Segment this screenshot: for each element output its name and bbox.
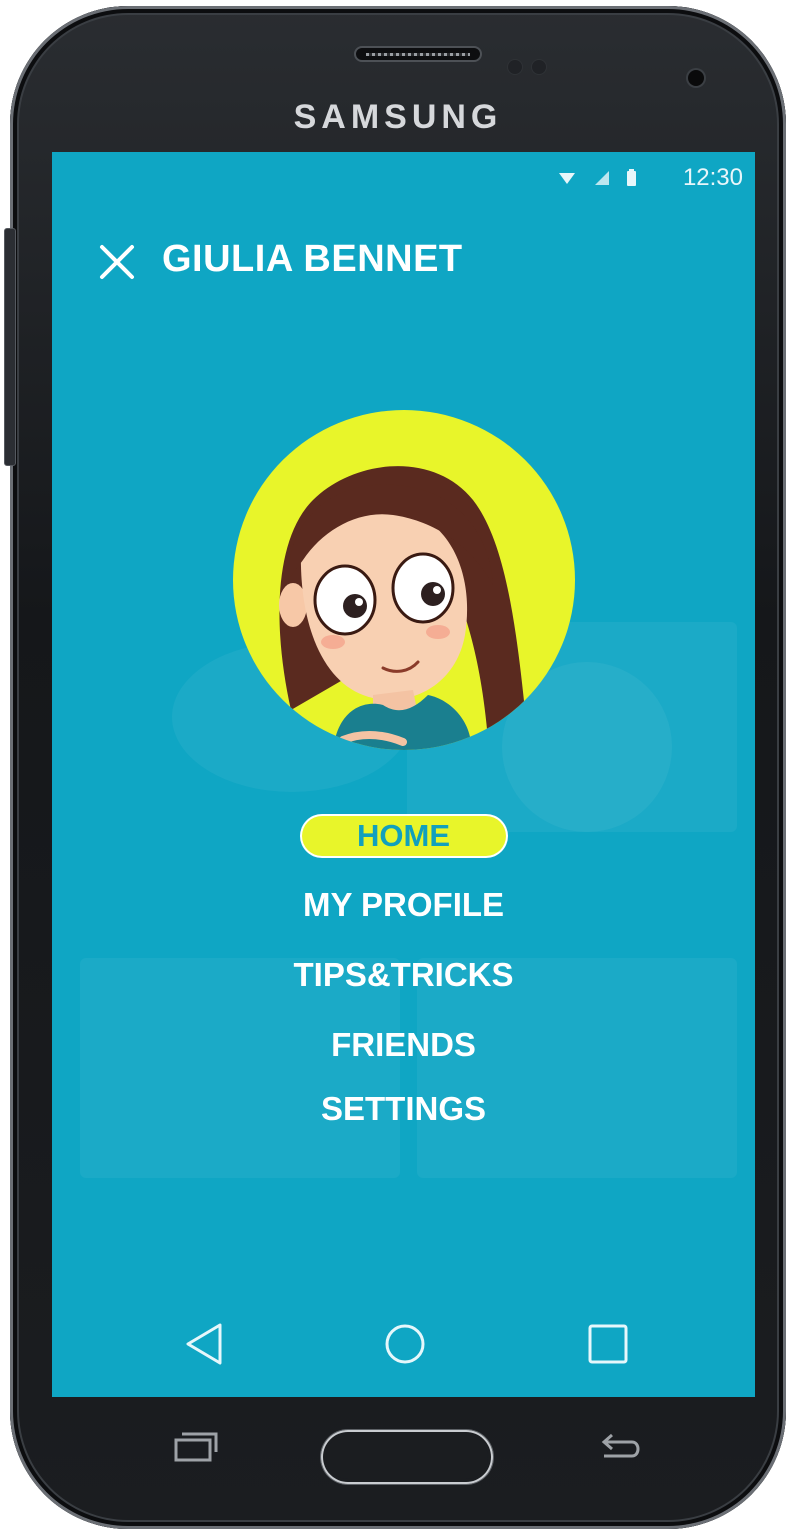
hardware-home-button[interactable]	[321, 1430, 493, 1484]
home-circle-icon[interactable]	[380, 1319, 430, 1369]
light-sensor	[532, 60, 546, 74]
menu-item-settings[interactable]: SETTINGS	[321, 1090, 486, 1128]
menu-item-tips-tricks[interactable]: TIPS&TRICKS	[293, 956, 513, 994]
menu-item-friends[interactable]: FRIENDS	[331, 1026, 476, 1064]
volume-button[interactable]	[4, 228, 16, 466]
device-brand: SAMSUNG	[293, 98, 503, 136]
wifi-icon	[559, 173, 575, 184]
recents-square-icon[interactable]	[583, 1319, 633, 1369]
earpiece-speaker	[354, 46, 482, 62]
menu-item-home[interactable]: HOME	[301, 816, 506, 856]
status-time: 12:30	[682, 164, 743, 191]
status-icons	[559, 169, 636, 186]
front-camera	[688, 70, 704, 86]
close-icon[interactable]	[99, 244, 135, 280]
app-screen: 12:30 GIULIA BENNET HOME MY PROFILE TIPS…	[52, 152, 755, 1397]
hardware-back-icon[interactable]	[594, 1428, 644, 1468]
back-triangle-icon[interactable]	[180, 1319, 230, 1369]
status-bar: 12:30	[52, 152, 755, 202]
user-name: GIULIA BENNET	[162, 238, 463, 280]
signal-icon	[595, 171, 609, 185]
system-nav-bar	[52, 1297, 755, 1397]
proximity-sensor	[508, 60, 522, 74]
hardware-recents-icon[interactable]	[170, 1426, 220, 1466]
battery-icon	[627, 171, 636, 186]
girl-avatar-icon	[279, 466, 528, 750]
menu-item-my-profile[interactable]: MY PROFILE	[303, 886, 504, 924]
avatar[interactable]	[233, 410, 575, 750]
